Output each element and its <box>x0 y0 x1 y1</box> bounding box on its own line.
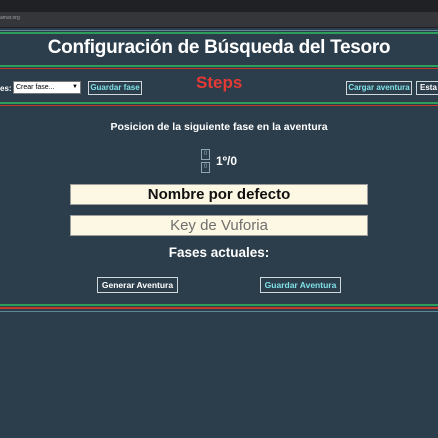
header-divider-red <box>0 68 438 69</box>
toolbar-divider-red <box>0 105 438 106</box>
header-divider-green <box>0 65 438 67</box>
url-text: amar.org <box>0 15 20 21</box>
esta-button[interactable]: Esta <box>416 81 438 95</box>
guardar-fase-button[interactable]: Guardar fase <box>88 81 142 95</box>
generar-aventura-button[interactable]: Generar Aventura <box>97 277 178 293</box>
toolbar-divider-green <box>0 102 438 104</box>
position-stepper[interactable]: 0 0 <box>201 149 211 175</box>
fases-label: es: <box>0 84 12 93</box>
stepper-up-icon[interactable]: 0 <box>201 149 210 160</box>
steps-label: Steps <box>196 73 243 92</box>
vuforia-key-field[interactable]: Key de Vuforia <box>70 215 368 236</box>
stepper-down-icon[interactable]: 0 <box>201 162 210 173</box>
top-divider-green <box>0 32 438 34</box>
chevron-down-icon: ▼ <box>72 84 78 90</box>
position-label: Posicion de la siguiente fase en la aven… <box>110 121 328 133</box>
top-divider-teal <box>0 30 438 31</box>
fase-select-value: Crear fase... <box>16 84 55 91</box>
guardar-aventura-button[interactable]: Guardar Aventura <box>260 277 341 293</box>
bottom-divider-green <box>0 304 438 306</box>
fases-heading: Fases actuales: <box>168 245 270 260</box>
cargar-aventura-button[interactable]: Cargar aventura <box>346 81 412 95</box>
bottom-divider-teal <box>0 311 438 312</box>
position-value: 1º/0 <box>216 154 238 168</box>
address-bar[interactable] <box>0 12 438 27</box>
page-title: Configuración de Búsqueda del Tesoro <box>47 37 391 58</box>
fase-select[interactable]: Crear fase... ▼ <box>13 81 81 94</box>
nombre-field[interactable]: Nombre por defecto <box>70 184 368 205</box>
bottom-divider-red <box>0 307 438 309</box>
